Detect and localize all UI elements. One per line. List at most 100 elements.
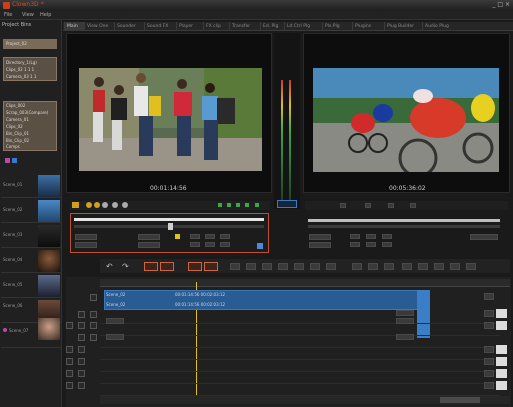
program-step-forward-button[interactable]: [382, 242, 392, 247]
tab-plug-builder[interactable]: Plug Builder: [384, 22, 422, 31]
track-fx-button[interactable]: [484, 293, 494, 300]
audio-track[interactable]: [100, 336, 500, 348]
tool-button[interactable]: [310, 263, 320, 270]
track-lock-button[interactable]: [90, 311, 97, 318]
step-forward-button[interactable]: [220, 242, 230, 247]
tool-button[interactable]: [262, 263, 272, 270]
audio-track[interactable]: [100, 360, 500, 372]
track-level-field[interactable]: [496, 345, 507, 354]
mark-icon[interactable]: [122, 202, 128, 208]
track-mute-button[interactable]: [78, 382, 85, 389]
track-lock-button[interactable]: [90, 322, 97, 329]
stop-timeline-button[interactable]: [418, 263, 428, 270]
timeline-ruler[interactable]: [100, 279, 510, 287]
tab-main[interactable]: Main: [64, 22, 84, 31]
tab-sounder[interactable]: Sounder: [114, 22, 144, 31]
program-stop-button[interactable]: [366, 234, 376, 239]
audio-track[interactable]: [100, 312, 500, 324]
loop-button[interactable]: [205, 242, 215, 247]
tab-player[interactable]: Player: [176, 22, 203, 31]
tool-button[interactable]: [384, 263, 394, 270]
track-mute-button[interactable]: [78, 311, 85, 318]
program-scrub-bar[interactable]: [308, 219, 500, 222]
program-forward-button[interactable]: [382, 234, 392, 239]
tool-button[interactable]: [144, 262, 158, 271]
in-timecode-field[interactable]: [75, 234, 97, 240]
bin-item[interactable]: Bin_Clip_02: [6, 138, 29, 143]
program-out-field[interactable]: [309, 242, 331, 248]
tool-button[interactable]: [294, 263, 304, 270]
redo-icon[interactable]: ↷: [122, 262, 129, 271]
track-solo-button[interactable]: [66, 370, 73, 377]
source-scrub-bar[interactable]: [74, 218, 264, 221]
track-solo-button[interactable]: [66, 322, 73, 329]
duration-field[interactable]: [138, 234, 160, 240]
track-level-field[interactable]: [496, 309, 507, 318]
tab-sound-fx[interactable]: Sound FX: [144, 22, 176, 31]
track-fx-button[interactable]: [484, 346, 494, 353]
track-fx-button[interactable]: [484, 310, 494, 317]
track-mute-button[interactable]: [78, 358, 85, 365]
tool-button[interactable]: [466, 263, 476, 270]
mark-icon[interactable]: [112, 202, 118, 208]
menu-file[interactable]: File: [4, 12, 12, 18]
insert-icon[interactable]: [257, 243, 263, 249]
track-level-field[interactable]: [496, 321, 507, 330]
mark-button[interactable]: [340, 203, 346, 208]
tab-audio-plug[interactable]: Audio Plug: [422, 22, 458, 31]
program-in-field[interactable]: [309, 234, 331, 240]
forward-button[interactable]: [220, 234, 230, 239]
menu-view[interactable]: View: [22, 12, 34, 18]
tab-pls-plg[interactable]: Pls.Plg: [322, 22, 352, 31]
track-fx-button[interactable]: [484, 358, 494, 365]
tab-plugins[interactable]: Plugins: [352, 22, 384, 31]
audio-keyframe[interactable]: [396, 334, 414, 340]
track-mute-button[interactable]: [78, 370, 85, 377]
stop-button[interactable]: [205, 234, 215, 239]
program-step-back-button[interactable]: [350, 242, 360, 247]
step-back-button[interactable]: [190, 242, 200, 247]
audio-track[interactable]: [100, 324, 500, 336]
program-zoom-bar[interactable]: [308, 225, 500, 228]
mark-icon[interactable]: [86, 202, 92, 208]
track-fx-button[interactable]: [484, 382, 494, 389]
tab-view-one[interactable]: View One: [84, 22, 114, 31]
audio-keyframe[interactable]: [106, 334, 124, 340]
mark-button[interactable]: [388, 203, 394, 208]
position-field[interactable]: [138, 242, 160, 248]
track-level-field[interactable]: [496, 381, 507, 390]
audio-track[interactable]: [100, 384, 500, 396]
track-mute-button[interactable]: [78, 346, 85, 353]
tab-transfer[interactable]: Transfer: [229, 22, 260, 31]
track-lock-button[interactable]: [90, 294, 97, 301]
window-controls[interactable]: _ □ ×: [492, 1, 510, 8]
tool-button[interactable]: [204, 262, 218, 271]
track-solo-button[interactable]: [66, 358, 73, 365]
scrollbar-thumb[interactable]: [440, 397, 480, 403]
tool-button[interactable]: [434, 263, 444, 270]
bin-item[interactable]: Clips_02: [6, 124, 23, 129]
meter-peak-button[interactable]: [277, 200, 297, 208]
tool-button[interactable]: [450, 263, 460, 270]
bin-item[interactable]: Directory_1(Lg): [6, 60, 37, 65]
tool-button[interactable]: [352, 263, 362, 270]
track-level-field[interactable]: [496, 369, 507, 378]
video-clip[interactable]: [104, 290, 430, 310]
track-solo-button[interactable]: [66, 382, 73, 389]
bin-item[interactable]: Scrap_003(Compare): [6, 110, 48, 115]
program-loop-button[interactable]: [366, 242, 376, 247]
tab-fx-clip[interactable]: FX clip: [203, 22, 229, 31]
tool-button[interactable]: [230, 263, 240, 270]
tool-button[interactable]: [188, 262, 202, 271]
bin-item[interactable]: Clips_002: [6, 103, 25, 108]
audio-keyframe[interactable]: [106, 318, 124, 324]
bin-item[interactable]: Camera_01: [6, 117, 29, 122]
audio-track[interactable]: [100, 348, 500, 360]
track-fx-button[interactable]: [484, 370, 494, 377]
rewind-button[interactable]: [190, 234, 200, 239]
mark-button[interactable]: [410, 203, 416, 208]
tool-button[interactable]: [368, 263, 378, 270]
bin-item[interactable]: Clips_02 1 1 1: [6, 67, 34, 72]
audio-keyframe[interactable]: [396, 318, 414, 324]
track-fx-button[interactable]: [484, 322, 494, 329]
